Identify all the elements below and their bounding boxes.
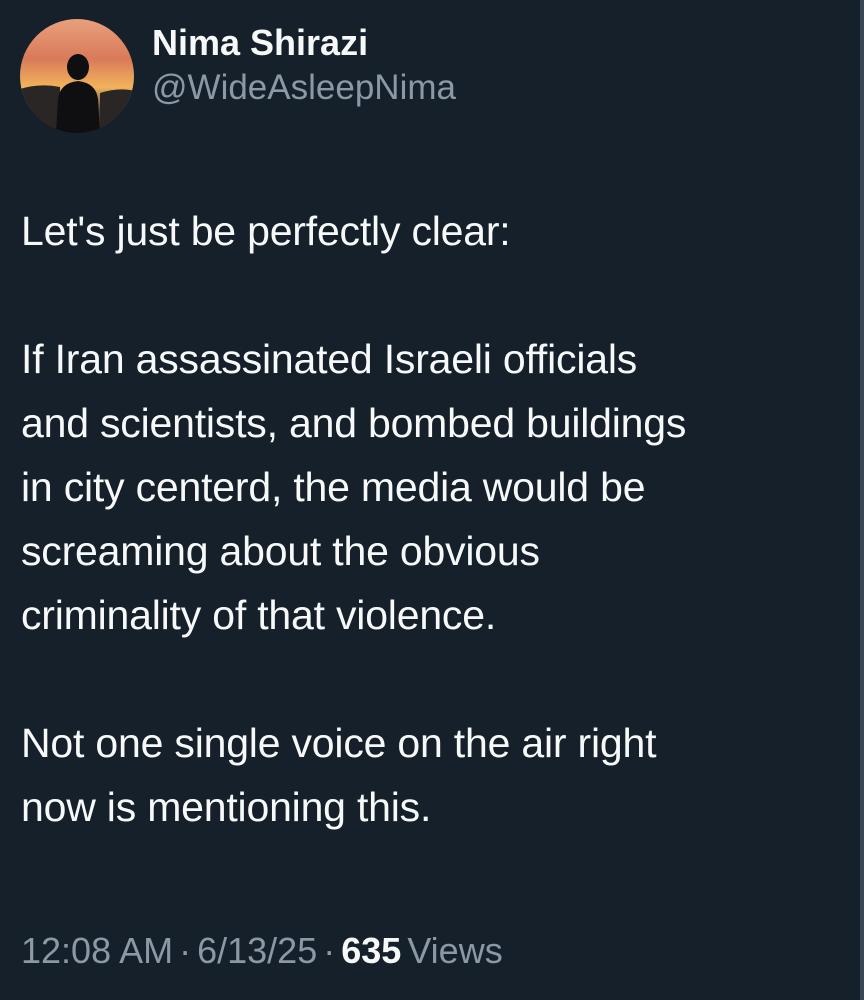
- views-label: Views: [407, 930, 503, 971]
- tweet-header: Nima Shirazi @WideAsleepNima: [20, 16, 456, 136]
- scrollbar[interactable]: [860, 0, 864, 1000]
- avatar-image: [20, 19, 134, 133]
- tweet-time[interactable]: 12:08 AM: [21, 930, 173, 971]
- tweet-date[interactable]: 6/13/25: [197, 930, 317, 971]
- author-display-name[interactable]: Nima Shirazi: [152, 21, 456, 65]
- avatar[interactable]: [20, 19, 134, 133]
- meta-separator: ·: [323, 930, 336, 971]
- author-handle[interactable]: @WideAsleepNima: [152, 65, 456, 111]
- tweet-text: Let's just be perfectly clear: If Iran a…: [21, 208, 687, 830]
- author-names: Nima Shirazi @WideAsleepNima: [152, 21, 456, 111]
- meta-separator: ·: [179, 930, 192, 971]
- tweet-meta: 12:08 AM · 6/13/25 · 635 Views: [21, 925, 503, 977]
- views-count: 635: [341, 930, 402, 971]
- tweet-card: Nima Shirazi @WideAsleepNima Let's just …: [0, 0, 864, 1000]
